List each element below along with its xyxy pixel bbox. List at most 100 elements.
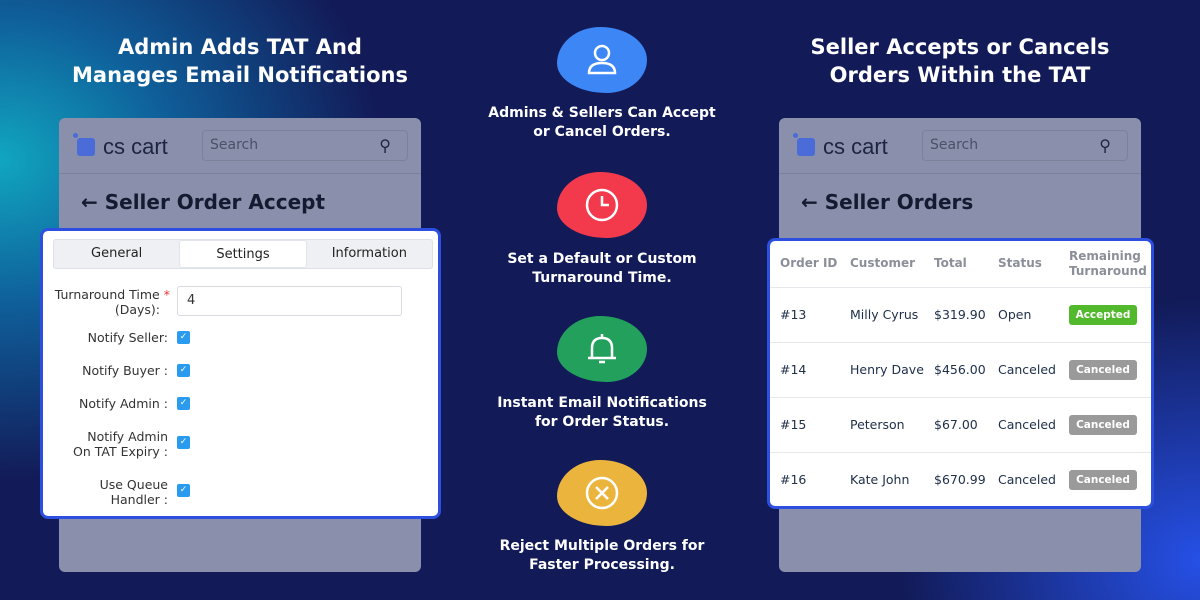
page-title-text: Seller Order Accept [104, 190, 326, 214]
cell-total: $319.90 [924, 286, 988, 342]
table-row[interactable]: #15 Peterson $67.00 Canceled Canceled [770, 396, 1151, 452]
table-row[interactable]: #13 Milly Cyrus $319.90 Open Accepted [770, 286, 1151, 342]
orders-table: Order ID Customer Total Status Remaining… [770, 241, 1151, 506]
label-text: (Days): [114, 302, 160, 317]
bell-icon [557, 316, 647, 382]
label-text: Handler : [110, 492, 168, 507]
search-input[interactable]: Search ⚲ [202, 130, 408, 161]
search-placeholder: Search [930, 137, 979, 153]
feature-text: Set a Default or Custom [507, 251, 697, 267]
turnaround-label: Turnaround Time * (Days): [55, 287, 170, 317]
page-title-text: Seller Orders [824, 190, 974, 214]
back-arrow-icon[interactable]: ← [81, 190, 98, 214]
cell-total: $67.00 [924, 396, 988, 452]
label-text: Use Queue [99, 477, 168, 492]
heading-line: Manages Email Notifications [72, 63, 408, 87]
feature-text: for Order Status. [534, 414, 670, 430]
col-remaining-turnaround: Remaining Turnaround [1069, 248, 1147, 278]
feature-text: Instant Email Notifications [497, 395, 707, 411]
feature-turnaround-time: Set a Default or Custom Turnaround Time. [482, 250, 722, 288]
page-title: ← Seller Order Accept [81, 190, 325, 214]
notify-admin-checkbox[interactable]: ✓ [177, 397, 190, 410]
search-icon[interactable]: ⚲ [1099, 136, 1111, 155]
col-total: Total [934, 256, 967, 271]
cs-cart-logo: cs cart [73, 133, 168, 160]
table-header: Order ID Customer Total Status Remaining… [770, 241, 1151, 287]
cell-status: Canceled [988, 396, 1059, 452]
label-text: On TAT Expiry : [72, 444, 168, 459]
feature-email-notifications: Instant Email Notifications for Order Sta… [482, 394, 722, 432]
heading-line: Orders Within the TAT [829, 63, 1091, 87]
use-queue-handler-checkbox[interactable]: ✓ [177, 484, 190, 497]
page-title: ← Seller Orders [801, 190, 973, 214]
feature-reject-multiple: Reject Multiple Orders for Faster Process… [482, 537, 722, 575]
cell-total: $456.00 [924, 341, 988, 397]
col-status: Status [998, 256, 1042, 271]
status-badge[interactable]: Canceled [1069, 469, 1137, 490]
tab-settings[interactable]: Settings [179, 240, 307, 268]
cell-id: #13 [770, 286, 840, 342]
logo-text: cs cart [823, 134, 888, 159]
notify-buyer-label: Notify Buyer : [82, 363, 168, 378]
status-badge[interactable]: Accepted [1069, 304, 1137, 325]
header: cs cart Search ⚲ [59, 118, 421, 174]
use-queue-handler-label: Use Queue Handler : [100, 477, 168, 507]
notify-admin-label: Notify Admin : [79, 396, 168, 411]
cell-status: Canceled [988, 451, 1059, 506]
notify-admin-tat-expiry-label: Notify Admin On TAT Expiry : [73, 429, 168, 459]
notify-buyer-checkbox[interactable]: ✓ [177, 364, 190, 377]
cell-status: Canceled [988, 341, 1059, 397]
cell-badge: Canceled [1059, 396, 1151, 452]
feature-text: Faster Processing. [529, 557, 675, 573]
cell-badge: Accepted [1059, 286, 1151, 342]
label-text: Turnaround Time [54, 287, 160, 302]
feature-text: Admins & Sellers Can Accept [488, 105, 716, 121]
cell-id: #14 [770, 341, 840, 397]
user-icon [557, 27, 647, 93]
turnaround-time-input[interactable]: 4 [177, 286, 402, 316]
x-circle-icon [557, 460, 647, 526]
logo-icon [73, 133, 95, 156]
orders-table-panel: Order ID Customer Total Status Remaining… [767, 238, 1154, 509]
right-heading: Seller Accepts or Cancels Orders Within t… [740, 33, 1180, 89]
cell-badge: Canceled [1059, 341, 1151, 397]
required-mark: * [163, 287, 170, 302]
feature-accept-cancel: Admins & Sellers Can Accept or Cancel Ord… [482, 104, 722, 142]
back-arrow-icon[interactable]: ← [801, 190, 818, 214]
col-customer: Customer [850, 256, 916, 271]
settings-panel: General Settings Information Turnaround … [40, 228, 441, 519]
table-row[interactable]: #14 Henry Dave $456.00 Canceled Canceled [770, 341, 1151, 397]
table-row[interactable]: #16 Kate John $670.99 Canceled Canceled [770, 451, 1151, 506]
cell-status: Open [988, 286, 1059, 342]
cell-badge: Canceled [1059, 451, 1151, 506]
notify-seller-label: Notify Seller: [87, 330, 168, 345]
status-badge[interactable]: Canceled [1069, 359, 1137, 380]
header: cs cart Search ⚲ [779, 118, 1141, 174]
heading-line: Admin Adds TAT And [118, 35, 362, 59]
cell-customer: Henry Dave [840, 341, 924, 397]
left-heading: Admin Adds TAT And Manages Email Notifica… [20, 33, 460, 89]
search-placeholder: Search [210, 137, 259, 153]
feature-text: or Cancel Orders. [533, 124, 671, 140]
search-input[interactable]: Search ⚲ [922, 130, 1128, 161]
cell-total: $670.99 [924, 451, 988, 506]
tab-general[interactable]: General [54, 240, 179, 268]
notify-seller-checkbox[interactable]: ✓ [177, 331, 190, 344]
cell-id: #16 [770, 451, 840, 506]
heading-line: Seller Accepts or Cancels [810, 35, 1110, 59]
search-icon[interactable]: ⚲ [379, 136, 391, 155]
notify-admin-tat-expiry-checkbox[interactable]: ✓ [177, 436, 190, 449]
status-badge[interactable]: Canceled [1069, 414, 1137, 435]
tab-information[interactable]: Information [307, 240, 432, 268]
feature-text: Reject Multiple Orders for [499, 538, 705, 554]
cell-id: #15 [770, 396, 840, 452]
logo-text: cs cart [103, 134, 168, 159]
clock-icon [557, 172, 647, 238]
label-text: Notify Admin [87, 429, 168, 444]
col-order-id: Order ID [780, 256, 838, 271]
cell-customer: Milly Cyrus [840, 286, 924, 342]
cell-customer: Peterson [840, 396, 924, 452]
logo-icon [793, 133, 815, 156]
feature-text: Turnaround Time. [532, 270, 672, 286]
cell-customer: Kate John [840, 451, 924, 506]
